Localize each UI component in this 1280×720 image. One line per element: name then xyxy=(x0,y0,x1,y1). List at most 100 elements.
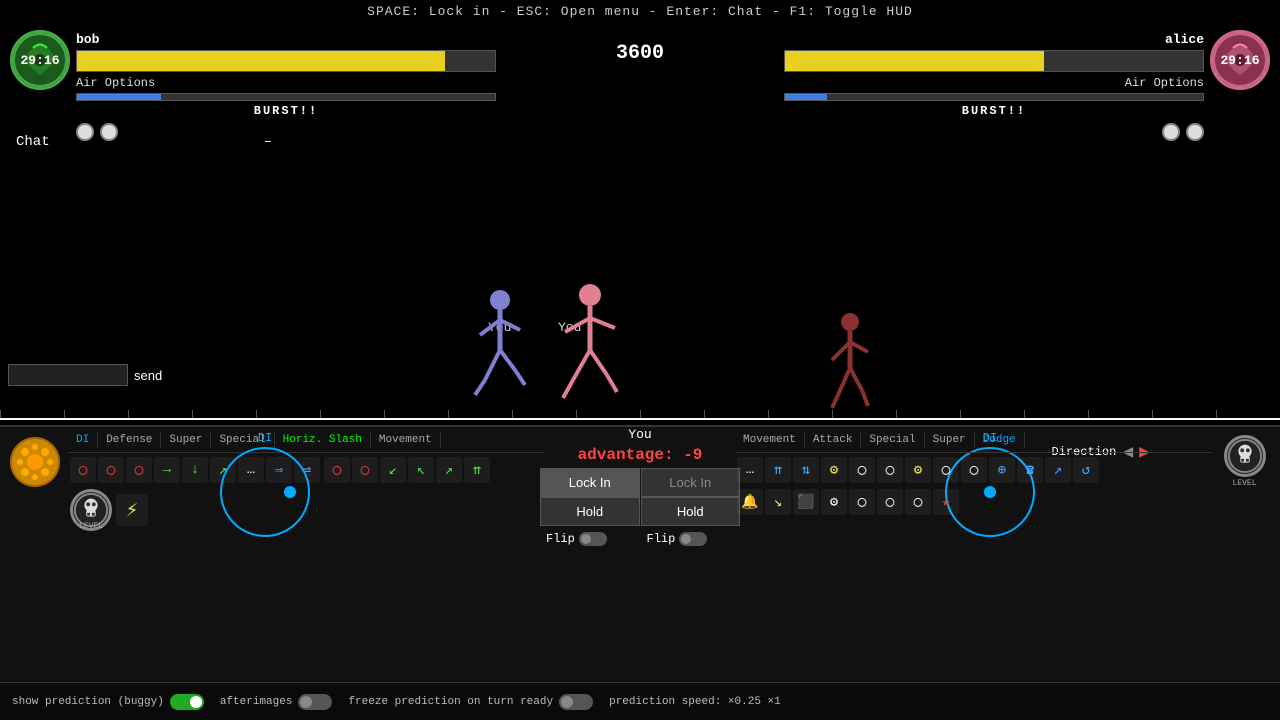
right-icon-2[interactable]: ⇈ xyxy=(765,457,791,483)
stage-ruler xyxy=(0,404,1280,418)
right-icon-12[interactable]: ↗ xyxy=(1045,457,1071,483)
right-control-section: DI Direction ◀ ▶ Movement Attack Special… xyxy=(735,427,1280,682)
freeze-toggle: freeze prediction on turn ready xyxy=(348,694,593,710)
left-air-options: Air Options xyxy=(76,76,496,90)
right-tab-dodge[interactable]: Dodge xyxy=(975,432,1025,448)
lockin-button-left[interactable]: Lock In xyxy=(540,468,640,497)
right-tab-special[interactable]: Special xyxy=(861,432,924,448)
speed-label: prediction speed: ×0.25 ×1 xyxy=(609,696,781,708)
right-icon-grid-2: 🔔 ↘ ⬛ ⚙ ◯ ◯ ◯ ★ xyxy=(735,487,1212,517)
right-icon-20[interactable]: ◯ xyxy=(905,489,931,515)
lockin-row: Lock In Lock In xyxy=(540,468,740,497)
left-icon-3[interactable]: ◯ xyxy=(126,457,152,483)
left-icon-10[interactable]: ◯ xyxy=(324,457,350,483)
left-tab-di: DI xyxy=(68,432,98,448)
right-level-area: LEVEL xyxy=(1217,435,1272,490)
hold-button-left[interactable]: Hold xyxy=(540,497,640,526)
right-icon-5[interactable]: ◯ xyxy=(849,457,875,483)
freeze-toggle-switch[interactable] xyxy=(559,694,593,710)
prediction-toggle: show prediction (buggy) xyxy=(12,694,204,710)
left-tab-movement[interactable]: Movement xyxy=(371,432,441,448)
left-di-area: DI xyxy=(220,431,310,537)
bottom-footer: show prediction (buggy) afterimages free… xyxy=(0,682,1280,720)
right-icon-21[interactable]: ★ xyxy=(933,489,959,515)
right-tab-attack[interactable]: Attack xyxy=(805,432,862,448)
right-icon-7[interactable]: ⚙ xyxy=(905,457,931,483)
left-icon-4[interactable]: → xyxy=(154,457,180,483)
center-control-section: You advantage: -9 Lock In Lock In Hold H… xyxy=(540,427,740,552)
right-icon-6[interactable]: ◯ xyxy=(877,457,903,483)
left-joystick-area xyxy=(8,435,63,490)
right-burst-label: BURST!! xyxy=(784,104,1204,118)
left-icon-11[interactable]: ◯ xyxy=(352,457,378,483)
right-hud-bars: alice Air Options BURST!! xyxy=(784,30,1204,141)
right-icon-9[interactable]: ◯ xyxy=(961,457,987,483)
flip-label-left: Flip xyxy=(546,532,575,546)
stage-area: You You xyxy=(0,130,1280,420)
left-icon-5[interactable]: ↓ xyxy=(182,457,208,483)
right-icon-16[interactable]: ⬛ xyxy=(793,489,819,515)
prediction-label: show prediction (buggy) xyxy=(12,696,164,708)
lockin-button-right[interactable]: Lock In xyxy=(641,468,741,497)
flip-toggle-right[interactable] xyxy=(679,532,707,546)
flip-toggle-left[interactable] xyxy=(579,532,607,546)
left-di-circle[interactable] xyxy=(220,447,310,537)
left-control-section: DI Defense Super Special Horiz. Slash Mo… xyxy=(0,427,545,682)
left-level-indicator: LEVEL xyxy=(70,489,112,531)
freeze-label: freeze prediction on turn ready xyxy=(348,696,553,708)
left-timer: 29:16 xyxy=(13,33,67,87)
left-player-hud: 29:16 bob Air Options BURST!! xyxy=(10,30,496,141)
joystick-icon xyxy=(8,435,63,490)
right-icon-15[interactable]: ↘ xyxy=(765,489,791,515)
right-icon-1[interactable]: … xyxy=(737,457,763,483)
prediction-toggle-switch[interactable] xyxy=(170,694,204,710)
right-player-hud: 29:16 alice Air Options BURST!! xyxy=(784,30,1270,141)
left-icon-2[interactable]: ◯ xyxy=(98,457,124,483)
right-icon-4[interactable]: ⚙ xyxy=(821,457,847,483)
right-burst-bar xyxy=(784,93,1204,101)
center-score: 3600 xyxy=(616,42,664,65)
left-icon-14[interactable]: ↗ xyxy=(436,457,462,483)
right-level-indicator xyxy=(1224,435,1266,477)
char-p1 xyxy=(470,285,550,405)
right-tab-movement[interactable]: Movement xyxy=(735,432,805,448)
left-icon-12[interactable]: ↙ xyxy=(380,457,406,483)
afterimages-toggle-switch[interactable] xyxy=(298,694,332,710)
top-bar: SPACE: Lock in - ESC: Open menu - Enter:… xyxy=(0,0,1280,23)
right-icon-18[interactable]: ◯ xyxy=(849,489,875,515)
right-move-section: Movement Attack Special Super Dodge … ⇈ … xyxy=(735,427,1212,517)
afterimages-label: afterimages xyxy=(220,696,293,708)
flip-right: Flip xyxy=(641,530,741,548)
left-avatar: 29:16 xyxy=(10,30,70,90)
right-health-bar xyxy=(784,50,1204,72)
top-bar-text: SPACE: Lock in - ESC: Open menu - Enter:… xyxy=(367,4,913,19)
right-move-tabs: Movement Attack Special Super Dodge xyxy=(735,427,1212,453)
right-icon-10[interactable]: ⊕ xyxy=(989,457,1015,483)
char-p3 xyxy=(820,310,880,410)
right-icon-13[interactable]: ↺ xyxy=(1073,457,1099,483)
left-burst-label: BURST!! xyxy=(76,104,496,118)
right-icon-8[interactable]: ◯ xyxy=(933,457,959,483)
left-tab-defense[interactable]: Defense xyxy=(98,432,161,448)
flip-label-right: Flip xyxy=(647,532,676,546)
right-icon-3[interactable]: ⇅ xyxy=(793,457,819,483)
right-icon-14[interactable]: 🔔 xyxy=(737,489,763,515)
hold-row: Hold Hold xyxy=(540,497,740,526)
left-icon-1[interactable]: ◯ xyxy=(70,457,96,483)
flip-left: Flip xyxy=(540,530,640,548)
right-timer: 29:16 xyxy=(1213,33,1267,87)
right-icon-11[interactable]: ☎ xyxy=(1017,457,1043,483)
left-tab-super[interactable]: Super xyxy=(161,432,211,448)
left-icon-extra[interactable]: ⚡ xyxy=(116,494,148,526)
speed-toggle: prediction speed: ×0.25 ×1 xyxy=(609,696,781,708)
right-icon-19[interactable]: ◯ xyxy=(877,489,903,515)
left-icon-15[interactable]: ⇈ xyxy=(464,457,490,483)
right-tab-super[interactable]: Super xyxy=(925,432,975,448)
advantage-text: advantage: -9 xyxy=(540,446,740,464)
hold-button-right[interactable]: Hold xyxy=(641,497,741,526)
left-player-name: bob xyxy=(76,32,496,47)
right-icon-17[interactable]: ⚙ xyxy=(821,489,847,515)
left-burst-bar xyxy=(76,93,496,101)
left-icon-13[interactable]: ↖ xyxy=(408,457,434,483)
right-player-name: alice xyxy=(784,32,1204,47)
